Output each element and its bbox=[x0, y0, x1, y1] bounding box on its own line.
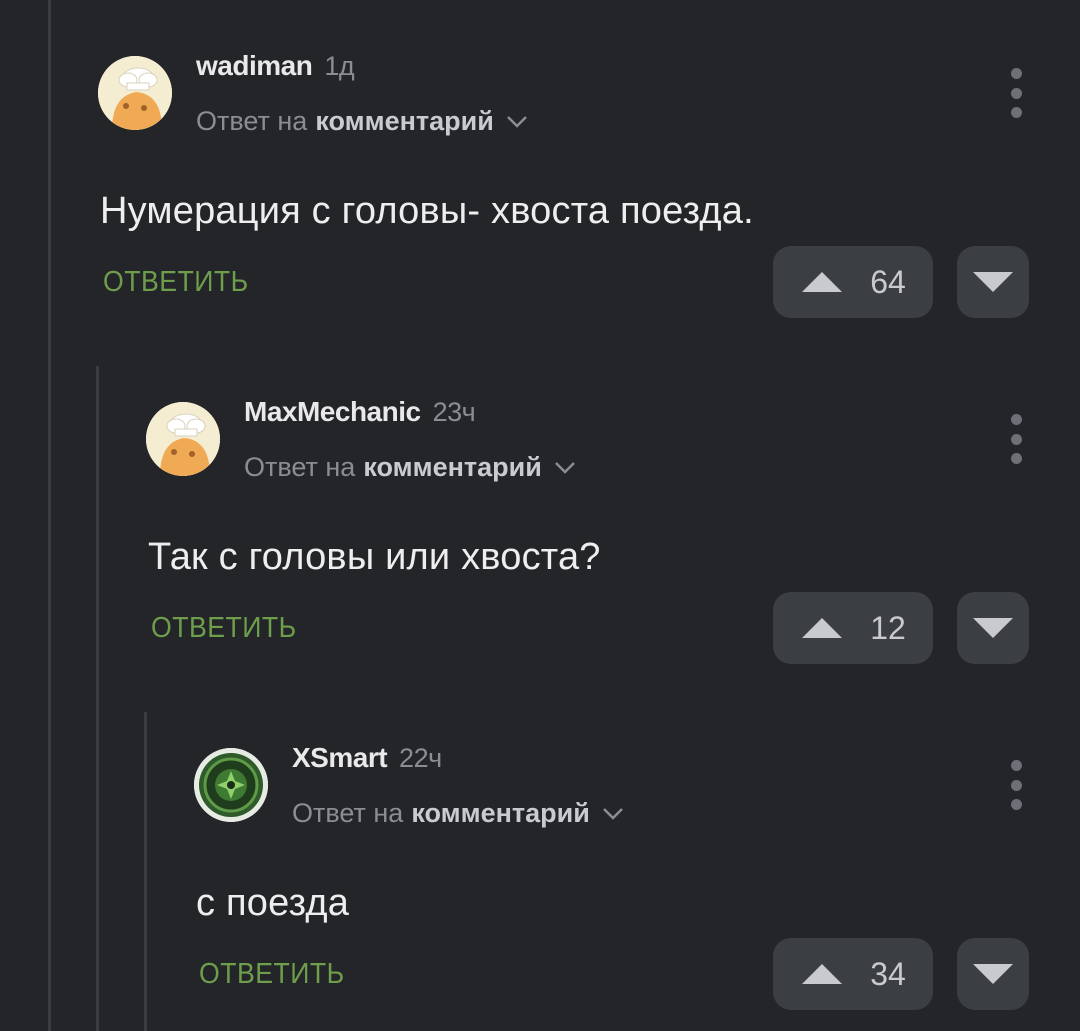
reply-target[interactable]: комментарий bbox=[363, 452, 542, 483]
chevron-down-icon[interactable] bbox=[506, 115, 528, 129]
reply-prefix: Ответ на bbox=[196, 106, 308, 136]
user-avatar[interactable] bbox=[146, 402, 220, 476]
user-avatar[interactable] bbox=[98, 56, 172, 130]
reply-target[interactable]: комментарий bbox=[315, 106, 494, 137]
vote-count: 34 bbox=[870, 955, 906, 992]
username[interactable]: MaxMechanic 23ч bbox=[244, 396, 476, 428]
reply-to-link[interactable]: Ответ на комментарий bbox=[292, 798, 624, 829]
reply-prefix: Ответ на bbox=[292, 798, 404, 828]
triangle-down-icon bbox=[973, 272, 1013, 292]
downvote-button[interactable] bbox=[957, 938, 1029, 1010]
vote-count: 64 bbox=[870, 263, 906, 300]
triangle-up-icon bbox=[802, 964, 843, 984]
username-text[interactable]: wadiman bbox=[196, 50, 313, 81]
reply-target[interactable]: комментарий bbox=[411, 798, 590, 829]
vote-count: 12 bbox=[870, 609, 906, 646]
timestamp: 1д bbox=[324, 51, 355, 81]
reply-to-link[interactable]: Ответ на комментарий bbox=[196, 106, 528, 137]
more-menu-button[interactable] bbox=[1006, 414, 1026, 464]
comment-text: с поезда bbox=[196, 882, 350, 924]
green-emblem-avatar-icon bbox=[194, 748, 268, 822]
timestamp: 23ч bbox=[432, 397, 476, 427]
username-text[interactable]: XSmart bbox=[292, 742, 388, 773]
triangle-down-icon bbox=[973, 618, 1013, 638]
user-avatar[interactable] bbox=[194, 748, 268, 822]
comment-text: Нумерация с головы- хвоста поезда. bbox=[100, 190, 754, 232]
downvote-button[interactable] bbox=[957, 246, 1029, 318]
downvote-button[interactable] bbox=[957, 592, 1029, 664]
timestamp: 22ч bbox=[399, 743, 442, 773]
upvote-button[interactable]: 12 bbox=[773, 592, 933, 664]
triangle-up-icon bbox=[802, 272, 843, 292]
more-menu-button[interactable] bbox=[1006, 68, 1026, 118]
reply-button[interactable]: ОТВЕТИТЬ bbox=[103, 266, 249, 299]
more-menu-button[interactable] bbox=[1006, 760, 1026, 810]
chef-avatar-icon bbox=[146, 402, 220, 476]
triangle-down-icon bbox=[973, 964, 1013, 984]
reply-to-link[interactable]: Ответ на комментарий bbox=[244, 452, 576, 483]
chef-avatar-icon bbox=[98, 56, 172, 130]
thread-line-level-1 bbox=[48, 0, 51, 1031]
thread-line-level-3 bbox=[144, 712, 147, 1031]
upvote-button[interactable]: 64 bbox=[773, 246, 933, 318]
username[interactable]: wadiman 1д bbox=[196, 50, 355, 82]
upvote-button[interactable]: 34 bbox=[773, 938, 933, 1010]
comment-text: Так с головы или хвоста? bbox=[148, 536, 601, 578]
username-text[interactable]: MaxMechanic bbox=[244, 396, 421, 427]
reply-button[interactable]: ОТВЕТИТЬ bbox=[151, 612, 297, 645]
chevron-down-icon[interactable] bbox=[554, 461, 576, 475]
thread-line-level-2 bbox=[96, 366, 99, 1031]
triangle-up-icon bbox=[802, 618, 843, 638]
chevron-down-icon[interactable] bbox=[602, 807, 624, 821]
reply-button[interactable]: ОТВЕТИТЬ bbox=[199, 958, 345, 991]
username[interactable]: XSmart 22ч bbox=[292, 742, 442, 774]
reply-prefix: Ответ на bbox=[244, 452, 356, 482]
